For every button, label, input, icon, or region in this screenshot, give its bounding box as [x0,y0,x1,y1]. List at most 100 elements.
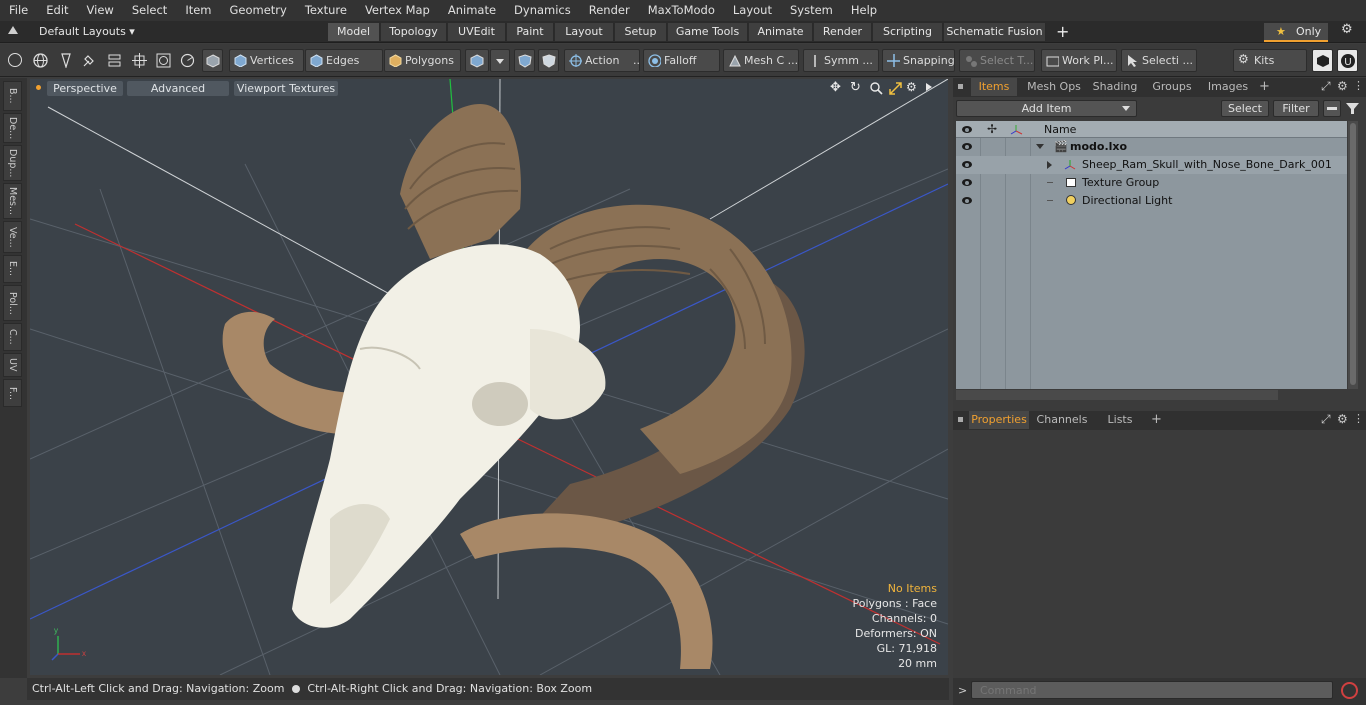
tab-shading[interactable]: Shading [1089,78,1141,96]
filter-button[interactable]: Filter [1273,100,1319,117]
snapping-button[interactable]: Snapping [882,49,955,72]
select-through-button[interactable]: Select T... [959,49,1035,72]
edges-button[interactable]: Edges [305,49,383,72]
select-button[interactable]: Select [1221,100,1269,117]
select-circle-button[interactable] [5,49,26,72]
tab-items[interactable]: Items [971,78,1017,96]
tab-layout[interactable]: Layout [555,23,614,41]
menu-system[interactable]: System [781,0,842,21]
add-item-dropdown[interactable]: Add Item [956,100,1137,117]
center-button[interactable] [129,49,150,72]
menu-render[interactable]: Render [580,0,639,21]
menu-view[interactable]: View [78,0,123,21]
zoom-icon[interactable] [870,82,883,95]
menu-dynamics[interactable]: Dynamics [505,0,580,21]
tree-row-scene[interactable]: 🎬 modo.lxo [956,138,1347,156]
left-tab-dup[interactable]: Dup... [3,145,22,181]
viewport-menu-dot[interactable] [36,85,41,90]
viewport-expand-icon[interactable] [926,83,932,91]
menu-layout[interactable]: Layout [724,0,781,21]
tree-row-mesh[interactable]: Sheep_Ram_Skull_with_Nose_Bone_Dark_001 [956,156,1347,174]
left-tab-e[interactable]: E... [3,255,22,283]
left-tab-de[interactable]: De... [3,113,22,143]
left-tab-c[interactable]: C... [3,323,22,351]
tab-groups[interactable]: Groups [1146,78,1198,96]
3d-viewport[interactable]: x y Perspective Advanced Viewport Textur… [30,79,948,675]
menu-select[interactable]: Select [123,0,176,21]
selection-sets-button[interactable]: Selecti ... [1121,49,1197,72]
work-plane-button[interactable]: Work Pl... [1041,49,1117,72]
viewport-textures-button[interactable]: Viewport Textures [234,81,338,96]
tab-animate[interactable]: Animate [749,23,813,41]
panel-gear-icon[interactable]: ⚙ [1337,79,1348,93]
symmetry-button[interactable]: Symm ... [803,49,879,72]
item-list-hscrollbar[interactable] [956,390,1278,400]
pen-button[interactable] [55,49,76,72]
tab-mesh-ops[interactable]: Mesh Ops [1023,78,1085,96]
command-input[interactable] [971,681,1333,699]
collapse-button[interactable] [1323,100,1341,117]
menu-geometry[interactable]: Geometry [221,0,296,21]
layout-expand-icon[interactable] [8,26,18,34]
tree-row-texture-group[interactable]: Texture Group [956,174,1347,192]
panel-expand-icon[interactable]: ⤢ [1321,79,1331,94]
rotate-icon[interactable]: ↻ [850,80,861,95]
left-tab-pol[interactable]: Pol... [3,285,22,321]
record-macro-icon[interactable] [1341,682,1358,699]
boundary-button[interactable] [153,49,174,72]
perspective-button[interactable]: Perspective [47,81,123,96]
add-panel-tab-icon[interactable]: + [1259,79,1270,94]
globe-button[interactable] [30,49,51,72]
left-tab-uv[interactable]: UV [3,353,22,377]
selection-dropdown-button[interactable] [490,49,510,72]
visibility-icon[interactable] [962,161,972,168]
visibility-icon[interactable] [962,143,972,150]
left-tab-f[interactable]: F... [3,379,22,407]
menu-animate[interactable]: Animate [439,0,505,21]
action-center-button[interactable]: Action ... [564,49,640,72]
align-button[interactable] [104,49,125,72]
tab-images[interactable]: Images [1203,78,1253,96]
default-layouts-dropdown[interactable]: Default Layouts ▾ [39,23,135,41]
polygons-button[interactable]: Polygons [384,49,461,72]
brush-button[interactable] [78,49,99,72]
tab-setup[interactable]: Setup [615,23,667,41]
left-tab-b[interactable]: B... [3,81,22,111]
visibility-icon[interactable] [962,197,972,204]
panel-expand-icon[interactable]: ⤢ [1321,412,1331,427]
tab-render[interactable]: Render [814,23,872,41]
menu-item[interactable]: Item [176,0,220,21]
panel-more-icon[interactable]: ⋮ [1353,412,1364,425]
panel-menu-icon[interactable] [958,84,963,89]
expand-arrow-icon[interactable] [1047,161,1052,169]
menu-edit[interactable]: Edit [37,0,77,21]
visibility-icon[interactable] [962,179,972,186]
pan-icon[interactable]: ✥ [830,80,841,95]
scrollbar-thumb[interactable] [1350,123,1356,385]
tab-schematic-fusion[interactable]: Schematic Fusion [944,23,1046,41]
tab-properties[interactable]: Properties [969,411,1029,429]
tab-game-tools[interactable]: Game Tools [668,23,748,41]
falloff-button[interactable]: Falloff [643,49,720,72]
panel-gear-icon[interactable]: ⚙ [1337,412,1348,426]
unreal-button[interactable]: U [1337,49,1358,72]
panel-menu-icon[interactable] [958,417,963,422]
menu-vertex-map[interactable]: Vertex Map [356,0,439,21]
symmetry-a-button[interactable] [514,49,535,72]
menu-maxtomodo[interactable]: MaxToModo [639,0,724,21]
gear-icon[interactable]: ⚙ [1341,22,1353,37]
name-column-header[interactable]: Name [1044,121,1076,138]
menu-texture[interactable]: Texture [296,0,356,21]
material-mode-button[interactable] [465,49,489,72]
add-panel-tab-icon[interactable]: + [1151,412,1162,427]
tab-channels[interactable]: Channels [1035,411,1089,429]
tab-paint[interactable]: Paint [507,23,554,41]
tab-uvedit[interactable]: UVEdit [448,23,506,41]
panel-more-icon[interactable]: ⋮ [1353,79,1364,92]
tab-scripting[interactable]: Scripting [873,23,943,41]
expand-arrow-icon[interactable] [1036,144,1044,149]
menu-file[interactable]: File [0,0,37,21]
tab-lists[interactable]: Lists [1096,411,1144,429]
advanced-button[interactable]: Advanced [127,81,229,96]
add-tab-button[interactable]: + [1056,21,1069,42]
